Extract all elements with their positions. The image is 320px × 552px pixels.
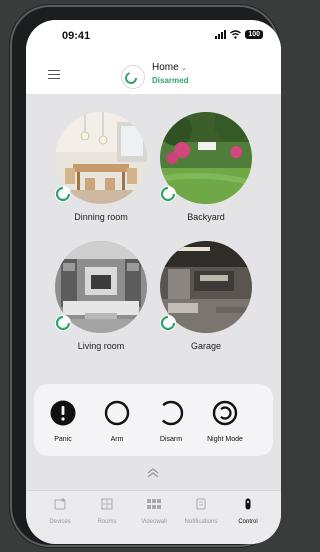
tab-label: Rooms	[97, 519, 117, 525]
control-icon	[245, 498, 251, 510]
devices-icon	[54, 498, 66, 510]
wifi-icon	[230, 30, 242, 39]
menu-icon[interactable]	[48, 70, 60, 82]
night-mode-button[interactable]: Night Mode	[200, 400, 250, 443]
room-label: Garage	[190, 341, 222, 351]
rooms-icon	[101, 498, 113, 510]
room-card-backyard[interactable]: Backyard	[158, 112, 254, 222]
room-card-dinning-room[interactable]: Dinning room	[53, 112, 149, 222]
room-card-living-room[interactable]: Living room	[53, 241, 149, 351]
tab-label: Videowall	[141, 519, 167, 525]
disarm-icon	[158, 400, 184, 426]
status-icons: 100	[215, 30, 263, 39]
app-header: Home ⌄ Disarmed	[26, 54, 281, 94]
hub-name: Home	[152, 62, 179, 73]
room-card-garage[interactable]: Garage	[158, 241, 254, 351]
videowall-icon	[147, 499, 161, 509]
tab-label: Notifications	[184, 519, 218, 525]
tab-devices[interactable]: Devices	[38, 497, 82, 525]
loading-ring-icon	[55, 186, 71, 202]
disarm-label: Disarm	[159, 436, 183, 443]
arm-label: Arm	[110, 436, 124, 443]
tab-videowall[interactable]: Videowall	[132, 497, 176, 525]
hub-selector[interactable]: Home ⌄	[152, 62, 187, 73]
tab-label: Devices	[49, 519, 71, 525]
chevron-down-icon: ⌄	[180, 63, 188, 72]
panic-button[interactable]: Panic	[38, 400, 88, 443]
tab-label: Control	[238, 519, 258, 525]
loading-ring-icon	[160, 315, 176, 331]
signal-icon	[215, 30, 227, 39]
bottom-tab-bar: Devices Rooms Videowall Notifications Co…	[26, 490, 281, 544]
panic-icon	[50, 400, 76, 426]
loading-ring-icon	[160, 186, 176, 202]
night-mode-icon	[212, 400, 238, 426]
app-screen: 09:41 100 Home ⌄ Disarmed Dinning room B…	[26, 20, 281, 544]
room-label: Living room	[77, 341, 125, 351]
room-label: Backyard	[187, 212, 225, 222]
tab-control[interactable]: Control	[226, 497, 270, 525]
tab-rooms[interactable]: Rooms	[85, 497, 129, 525]
tab-notifications[interactable]: Notifications	[179, 497, 223, 525]
notifications-icon	[196, 498, 206, 510]
night-mode-label: Night Mode	[207, 436, 243, 443]
security-status: Disarmed	[152, 76, 189, 85]
arm-button[interactable]: Arm	[92, 400, 142, 443]
chevron-up-icon[interactable]	[146, 466, 160, 480]
arm-icon	[104, 400, 130, 426]
status-time: 09:41	[62, 30, 91, 42]
room-label: Dinning room	[74, 212, 128, 222]
panic-label: Panic	[54, 436, 72, 443]
phone-frame: 09:41 100 Home ⌄ Disarmed Dinning room B…	[10, 5, 281, 547]
disarm-button[interactable]: Disarm	[146, 400, 196, 443]
battery-icon: 100	[245, 30, 263, 39]
status-bar: 09:41 100	[26, 20, 281, 54]
security-control-panel: Panic Arm Disarm Night Mode	[34, 384, 273, 456]
loading-ring-icon	[55, 315, 71, 331]
hub-icon[interactable]	[122, 66, 144, 88]
